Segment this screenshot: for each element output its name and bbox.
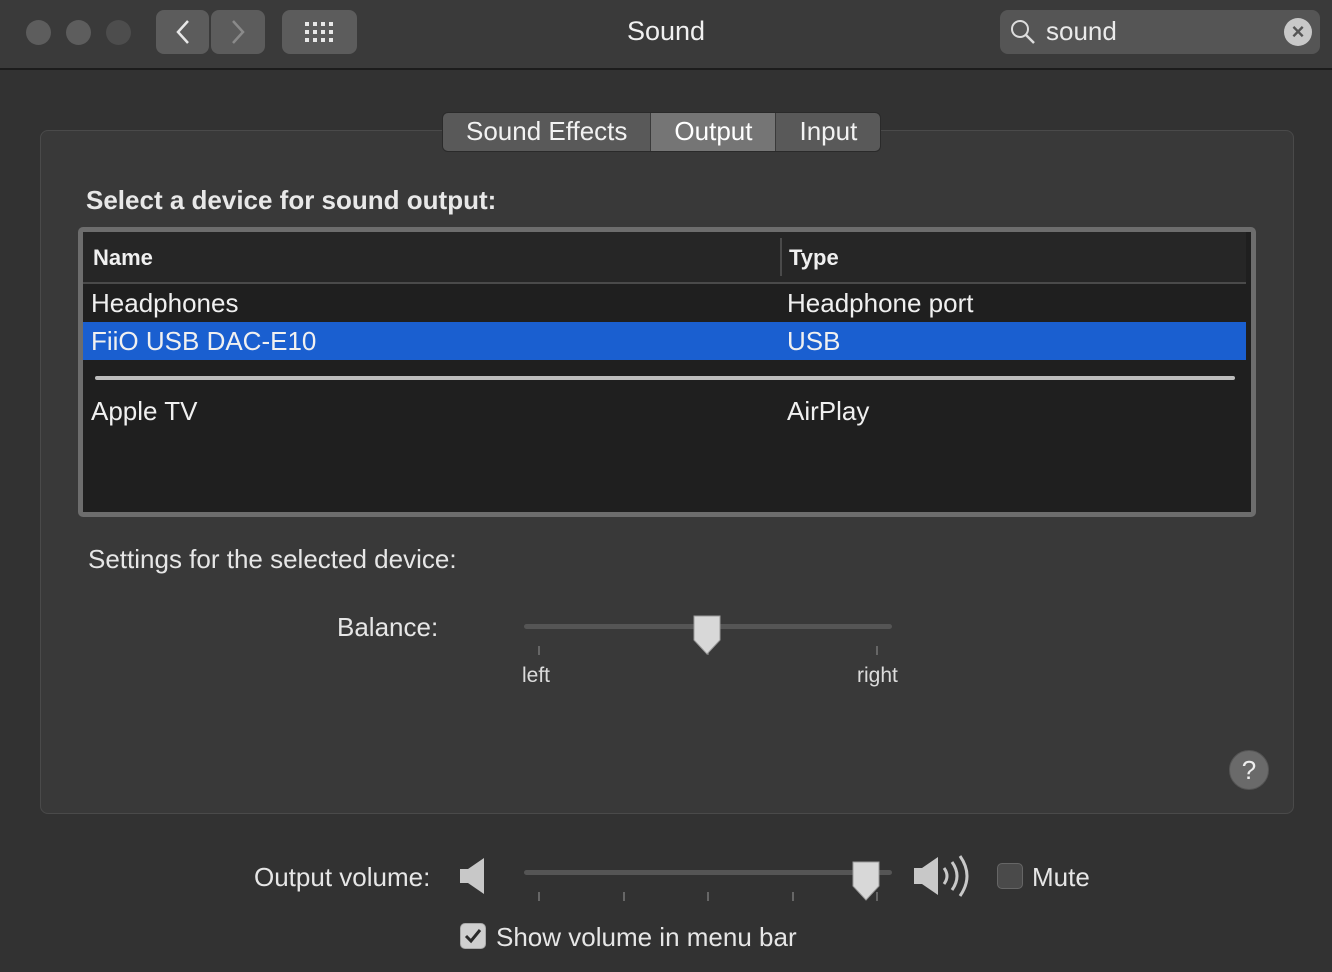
- device-name: Apple TV: [91, 396, 198, 426]
- volume-slider-track[interactable]: [524, 870, 892, 875]
- device-name: Headphones: [91, 288, 239, 318]
- balance-slider-knob[interactable]: [691, 614, 723, 656]
- column-header-type[interactable]: Type: [789, 245, 839, 271]
- table-row[interactable]: Headphones Headphone port: [83, 284, 1246, 322]
- device-heading: Select a device for sound output:: [86, 185, 497, 215]
- mute-checkbox[interactable]: [997, 863, 1023, 889]
- tab-sound-effects[interactable]: Sound Effects: [443, 113, 652, 151]
- checkmark-icon: [464, 929, 482, 944]
- settings-label: Settings for the selected device:: [88, 544, 457, 574]
- device-table[interactable]: Name Type Headphones Headphone port FiiO…: [78, 227, 1256, 517]
- tab-input[interactable]: Input: [776, 113, 881, 151]
- table-row[interactable]: Apple TV AirPlay: [83, 392, 1246, 430]
- tab-output[interactable]: Output: [651, 113, 777, 151]
- title-bar: Sound sound ×: [0, 0, 1332, 70]
- speaker-low-icon: [460, 858, 484, 894]
- balance-tick: [538, 646, 540, 655]
- volume-tick: [623, 892, 625, 901]
- show-volume-checkbox[interactable]: [460, 923, 486, 949]
- table-row-selected[interactable]: FiiO USB DAC-E10 USB: [83, 322, 1246, 360]
- balance-right-label: right: [857, 664, 898, 687]
- device-type: USB: [787, 326, 841, 356]
- show-volume-label: Show volume in menu bar: [496, 922, 797, 952]
- help-button[interactable]: ?: [1229, 750, 1269, 790]
- speaker-high-icon: [914, 855, 969, 897]
- search-field[interactable]: sound ×: [1000, 10, 1320, 54]
- volume-tick: [792, 892, 794, 901]
- column-header-name[interactable]: Name: [93, 245, 153, 271]
- table-header: Name Type: [83, 232, 1246, 284]
- balance-label: Balance:: [337, 612, 439, 642]
- volume-slider-knob[interactable]: [850, 860, 882, 902]
- column-divider: [780, 238, 782, 276]
- output-volume-label: Output volume:: [254, 862, 431, 892]
- tab-bar: Sound Effects Output Input: [442, 112, 882, 152]
- volume-tick: [538, 892, 540, 901]
- search-input[interactable]: sound: [1046, 16, 1117, 47]
- device-type: Headphone port: [787, 288, 974, 318]
- volume-tick: [707, 892, 709, 901]
- mute-label: Mute: [1032, 862, 1090, 892]
- search-icon: [1011, 20, 1035, 44]
- row-separator: [95, 376, 1235, 380]
- balance-left-label: left: [522, 664, 551, 687]
- balance-tick: [876, 646, 878, 655]
- device-name: FiiO USB DAC-E10: [91, 326, 317, 356]
- clear-search-icon[interactable]: ×: [1284, 18, 1312, 46]
- device-type: AirPlay: [787, 396, 870, 426]
